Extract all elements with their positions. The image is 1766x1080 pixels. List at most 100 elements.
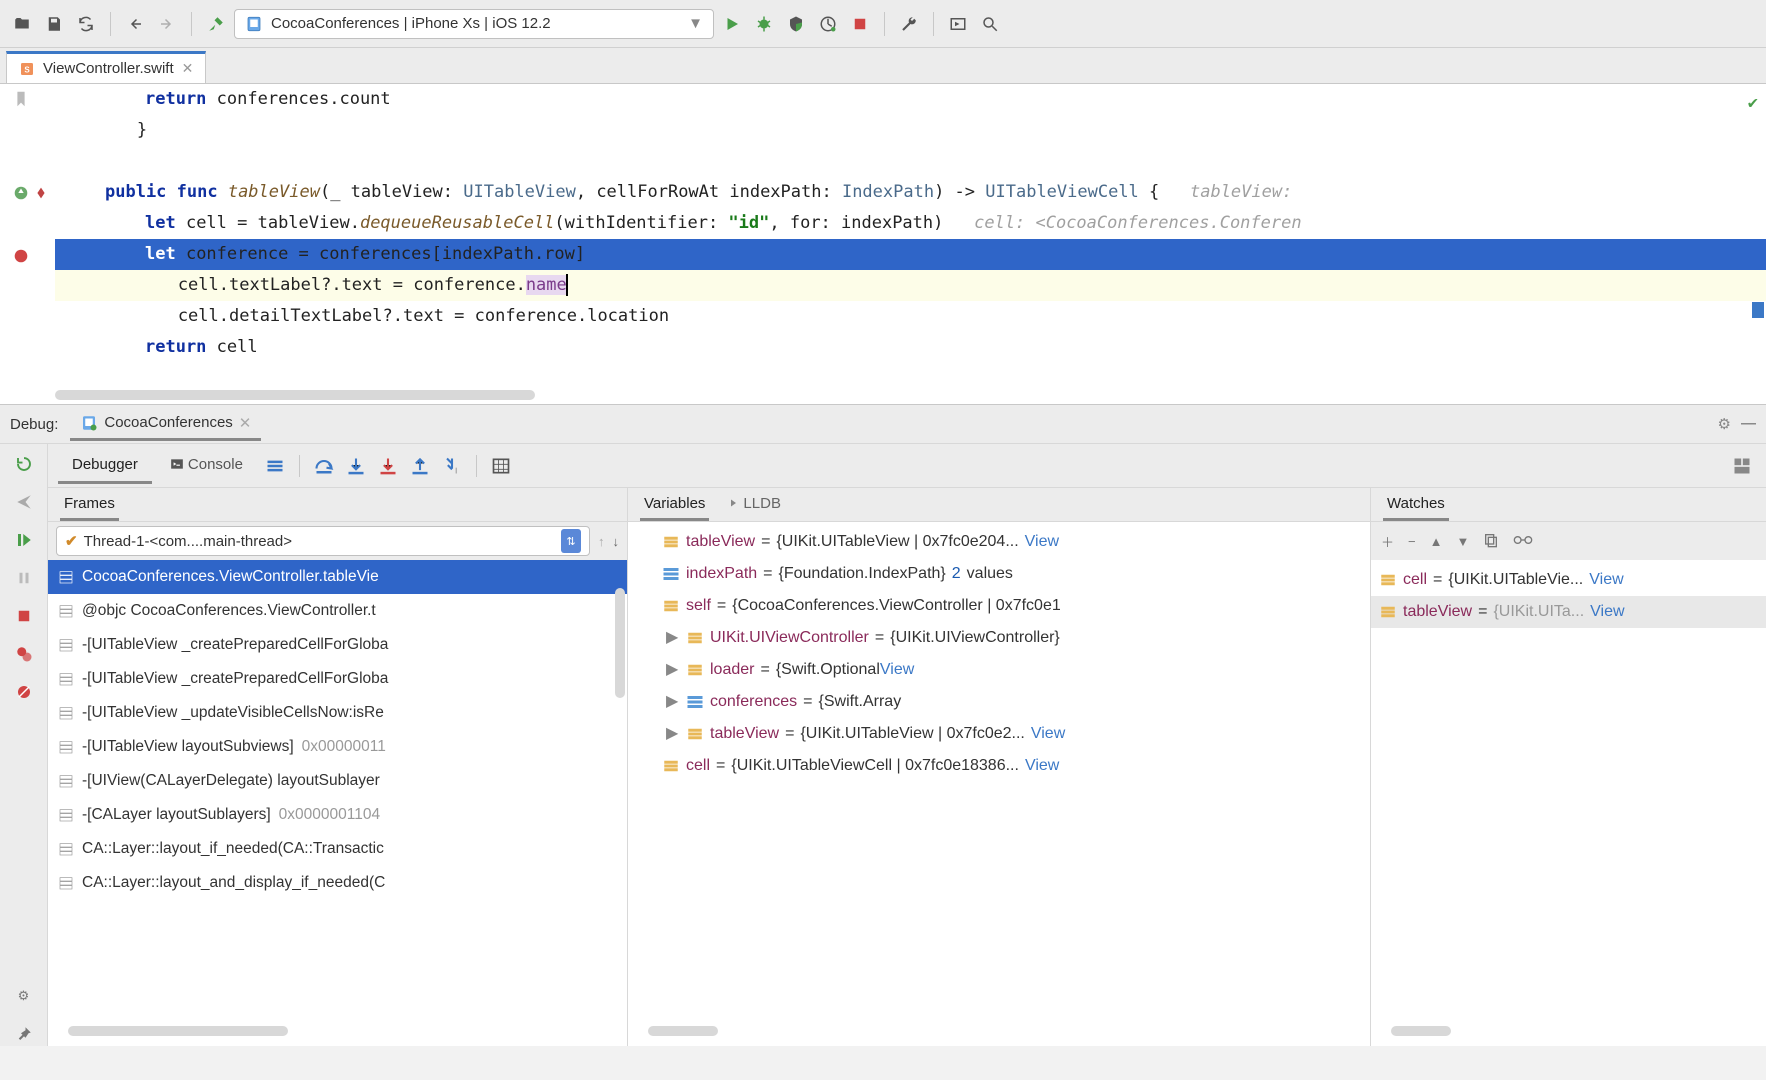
attach-icon[interactable]	[944, 10, 972, 38]
profile-icon[interactable]	[814, 10, 842, 38]
frame-row[interactable]: -[UIView(CALayerDelegate) layoutSublayer	[48, 764, 627, 798]
run-config-selector[interactable]: CocoaConferences | iPhone Xs | iOS 12.2 …	[234, 9, 714, 39]
close-tab-icon[interactable]: ✕	[182, 60, 194, 77]
expand-icon[interactable]: ▶	[666, 718, 680, 750]
frame-row[interactable]: -[UITableView _createPreparedCellForGlob…	[48, 628, 627, 662]
run-icon[interactable]	[718, 10, 746, 38]
watch-list[interactable]: cell = {UIKit.UITableVie... ViewtableVie…	[1371, 560, 1766, 1046]
watch-row[interactable]: tableView = {UIKit.UITa... View	[1371, 596, 1766, 628]
step-over-icon[interactable]	[310, 452, 338, 480]
navigate-icon[interactable]	[12, 490, 36, 514]
code-editor[interactable]: return conferences.count } public func t…	[0, 84, 1766, 404]
frame-row[interactable]: CA::Layer::layout_if_needed(CA::Transact…	[48, 832, 627, 866]
close-session-icon[interactable]: ✕	[239, 414, 252, 432]
back-icon[interactable]	[121, 10, 149, 38]
mute-breakpoints-icon[interactable]	[12, 680, 36, 704]
frame-row[interactable]: @objc CocoaConferences.ViewController.t	[48, 594, 627, 628]
settings-icon[interactable]: ⚙	[12, 984, 36, 1008]
frame-row[interactable]: -[UITableView layoutSubviews] 0x00000011	[48, 730, 627, 764]
remove-watch-icon[interactable]: −	[1408, 534, 1416, 549]
frames-vscroll[interactable]	[615, 588, 625, 698]
expand-icon[interactable]: ▶	[666, 686, 680, 718]
watches-tab[interactable]: Watches	[1383, 489, 1449, 521]
minimap-marker[interactable]	[1752, 302, 1764, 318]
run-to-cursor-icon[interactable]	[438, 452, 466, 480]
fold-icon[interactable]	[12, 90, 30, 108]
minimize-icon[interactable]: —	[1741, 415, 1756, 433]
variable-row[interactable]: ▶tableView = {UIKit.UITableView | 0x7fc0…	[628, 718, 1370, 750]
force-step-into-icon[interactable]	[374, 452, 402, 480]
variable-row[interactable]: self = {CocoaConferences.ViewController …	[628, 590, 1370, 622]
variable-row[interactable]: indexPath = {Foundation.IndexPath} 2 val…	[628, 558, 1370, 590]
variables-tab[interactable]: Variables	[640, 489, 709, 521]
glasses-icon[interactable]	[1513, 533, 1533, 550]
open-icon[interactable]	[8, 10, 36, 38]
threads-icon[interactable]	[261, 452, 289, 480]
gear-icon[interactable]: ⚙	[1718, 415, 1731, 433]
override-icon[interactable]	[12, 184, 30, 202]
vars-hscroll[interactable]	[648, 1026, 718, 1036]
resume-icon[interactable]	[12, 528, 36, 552]
forward-icon[interactable]	[153, 10, 181, 38]
pin-icon[interactable]	[12, 1022, 36, 1046]
expand-icon[interactable]: ▶	[666, 654, 680, 686]
view-link[interactable]: View	[1590, 596, 1624, 628]
frame-row[interactable]: CocoaConferences.ViewController.tableVie	[48, 560, 627, 594]
up-watch-icon[interactable]: ▲	[1430, 534, 1443, 549]
view-breakpoints-icon[interactable]	[12, 642, 36, 666]
variable-row[interactable]: ▶UIKit.UIViewController = {UIKit.UIViewC…	[628, 622, 1370, 654]
frame-row[interactable]: CA::Layer::layout_and_display_if_needed(…	[48, 866, 627, 900]
breakpoint-icon[interactable]	[12, 247, 30, 265]
editor-hscroll[interactable]	[55, 390, 535, 400]
next-frame-icon[interactable]: ↓	[613, 534, 620, 549]
step-into-icon[interactable]	[342, 452, 370, 480]
build-icon[interactable]	[202, 10, 230, 38]
layout-icon[interactable]	[1728, 452, 1756, 480]
frame-row[interactable]: -[UITableView _updateVisibleCellsNow:isR…	[48, 696, 627, 730]
inspection-ok-icon[interactable]: ✔	[1748, 88, 1758, 119]
watches-hscroll[interactable]	[1391, 1026, 1451, 1036]
sync-icon[interactable]	[72, 10, 100, 38]
watch-row[interactable]: cell = {UIKit.UITableVie... View	[1371, 564, 1766, 596]
coverage-icon[interactable]	[782, 10, 810, 38]
debugger-tab[interactable]: Debugger	[58, 448, 152, 484]
copy-watch-icon[interactable]	[1483, 532, 1499, 551]
wrench-icon[interactable]	[895, 10, 923, 38]
console-tab[interactable]: Console	[156, 448, 257, 484]
variable-list[interactable]: tableView = {UIKit.UITableView | 0x7fc0e…	[628, 522, 1370, 1046]
frame-row[interactable]: -[UITableView _createPreparedCellForGlob…	[48, 662, 627, 696]
lldb-tab[interactable]: LLDB	[723, 489, 785, 521]
variable-row[interactable]: cell = {UIKit.UITableViewCell | 0x7fc0e1…	[628, 750, 1370, 782]
frames-tab[interactable]: Frames	[60, 489, 119, 521]
frames-hscroll[interactable]	[68, 1026, 288, 1036]
thread-combo[interactable]: ✔ Thread-1-<com....main-thread> ⇅	[56, 526, 590, 556]
view-link[interactable]: View	[1589, 564, 1623, 596]
debug-icon[interactable]	[750, 10, 778, 38]
search-icon[interactable]	[976, 10, 1004, 38]
variable-row[interactable]: tableView = {UIKit.UITableView | 0x7fc0e…	[628, 526, 1370, 558]
pause-icon[interactable]	[12, 566, 36, 590]
view-link[interactable]: View	[1031, 718, 1065, 750]
view-link[interactable]: View	[880, 661, 914, 678]
run-gutter-icon[interactable]	[32, 184, 50, 202]
stop-debug-icon[interactable]	[12, 604, 36, 628]
tab-viewcontroller[interactable]: S ViewController.swift ✕	[6, 51, 206, 83]
step-out-icon[interactable]	[406, 452, 434, 480]
stepper-icon[interactable]: ⇅	[561, 529, 581, 553]
view-link[interactable]: View	[1025, 750, 1059, 782]
down-watch-icon[interactable]: ▼	[1456, 534, 1469, 549]
code-area[interactable]: return conferences.count } public func t…	[55, 84, 1766, 363]
stop-icon[interactable]	[846, 10, 874, 38]
evaluate-icon[interactable]	[487, 452, 515, 480]
prev-frame-icon[interactable]: ↑	[598, 534, 605, 549]
rerun-icon[interactable]	[12, 452, 36, 476]
variable-row[interactable]: ▶conferences = {Swift.Array	[628, 686, 1370, 718]
variable-row[interactable]: ▶loader = {Swift.OptionalView	[628, 654, 1370, 686]
expand-icon[interactable]: ▶	[666, 622, 680, 654]
view-link[interactable]: View	[1025, 526, 1059, 558]
debug-session-tab[interactable]: CocoaConferences ✕	[70, 408, 261, 441]
save-icon[interactable]	[40, 10, 68, 38]
frame-list[interactable]: CocoaConferences.ViewController.tableVie…	[48, 560, 627, 1046]
frame-row[interactable]: -[CALayer layoutSublayers] 0x0000001104	[48, 798, 627, 832]
add-watch-icon[interactable]: ＋	[1381, 532, 1394, 551]
